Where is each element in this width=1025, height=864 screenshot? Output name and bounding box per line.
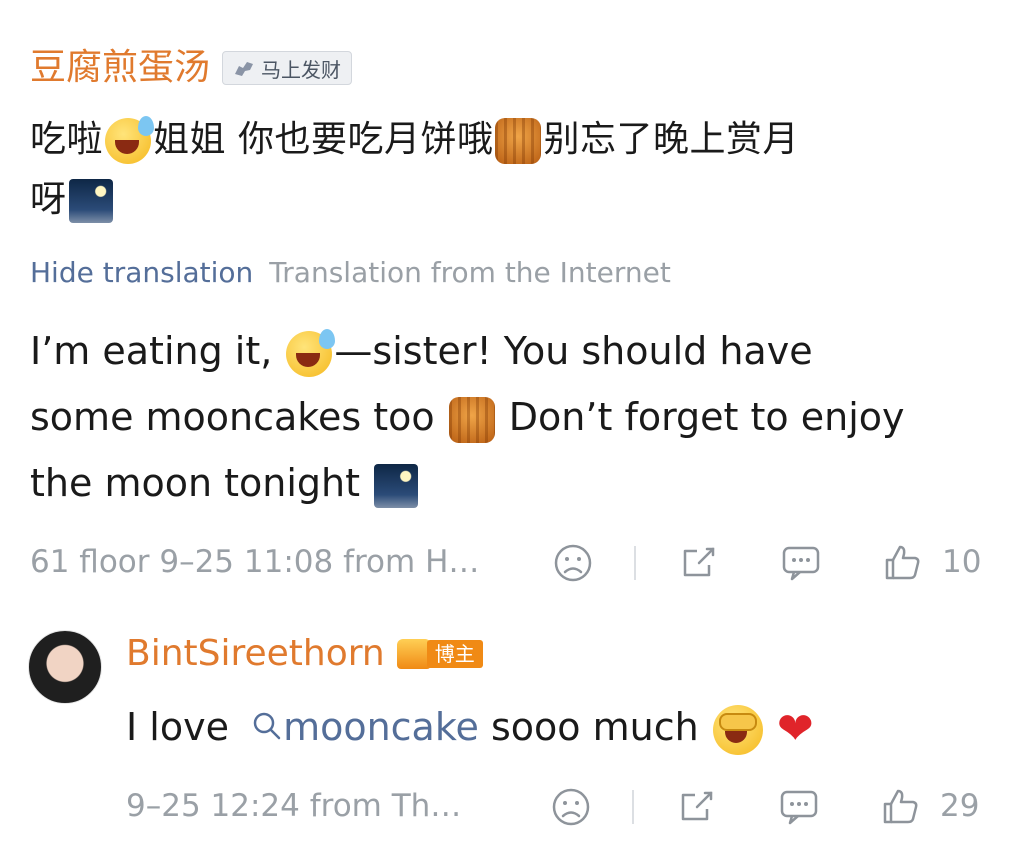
comment-1-text-part-1: 吃啦 (30, 119, 104, 160)
comment-2-meta: 9–25 12:24 from Th… (126, 788, 462, 824)
blogger-badge[interactable]: 博主 (396, 637, 483, 671)
translation-part-3: some mooncakes too (30, 395, 435, 439)
moon-viewing-emoji-icon (374, 463, 419, 508)
comment-1-meta: 61 floor 9–25 11:08 from H… (30, 544, 480, 580)
comment-1-badge-label: 马上发财 (261, 57, 342, 82)
search-icon (253, 712, 281, 740)
comment-1-username[interactable]: 豆腐煎蛋汤 (30, 46, 210, 90)
comment-2-text-prefix: I love (126, 705, 229, 749)
comment-1-body: 吃啦 姐姐 你也要吃月饼哦 别忘了晚上赏月 呀 (30, 110, 990, 230)
horse-icon (235, 62, 254, 76)
mooncake-emoji-icon (495, 118, 542, 164)
comment-1-reply-button[interactable] (778, 540, 824, 586)
translation-source-label: Translation from the Internet (269, 256, 671, 289)
hide-translation-link[interactable]: Hide translation (30, 256, 253, 289)
thumbs-up-icon (883, 789, 918, 824)
share-icon (683, 547, 715, 577)
comment-2-dislike-button[interactable] (548, 784, 594, 830)
comment-2-text-suffix: sooo much (490, 705, 699, 749)
comment-2-header: BintSireethorn 博主 (126, 632, 483, 676)
laugh-cry-emoji-icon (286, 328, 336, 377)
comment-2-like-count: 29 (940, 788, 980, 824)
topic-link-label: mooncake (283, 705, 479, 749)
comment-bubble-icon (780, 790, 818, 825)
topic-link[interactable]: mooncake (251, 705, 491, 749)
comment-2-body: I love mooncake sooo much ❤ (126, 694, 814, 760)
laugh-cry-emoji-icon (105, 116, 155, 164)
translation-part-1: I’m eating it, (30, 329, 273, 373)
crown-icon (396, 639, 431, 669)
comment-2-share-button[interactable] (674, 784, 720, 830)
sad-face-icon (552, 788, 590, 826)
action-divider (634, 546, 636, 580)
blogger-badge-label: 博主 (426, 640, 483, 668)
comment-1: 豆腐煎蛋汤 马上发财 吃啦 姐姐 你也要吃月饼哦 别忘了晚上赏月 呀 Hide tr… (0, 0, 1025, 600)
comment-2-reply-button[interactable] (776, 784, 822, 830)
mooncake-emoji-icon (448, 396, 495, 443)
translation-part-4: Don’t forget to enjoy (508, 395, 905, 439)
comment-2-like-button[interactable] (878, 784, 924, 830)
sad-face-icon (554, 544, 592, 582)
comment-1-text-part-2: 姐姐 你也要吃月饼哦 (153, 119, 494, 160)
action-divider (632, 790, 634, 824)
comment-1-translation: I’m eating it, —sister! You should have … (30, 318, 1000, 516)
facepalm-laugh-emoji-icon (712, 704, 763, 755)
user-avatar[interactable] (28, 630, 102, 704)
comment-1-like-button[interactable] (880, 540, 926, 586)
share-icon (681, 791, 713, 821)
comment-2-username[interactable]: BintSireethorn (126, 632, 385, 676)
translation-bar: Hide translation Translation from the In… (30, 256, 671, 289)
red-heart-icon: ❤ (776, 703, 814, 755)
comment-1-header: 豆腐煎蛋汤 马上发财 (30, 46, 353, 90)
comment-1-share-button[interactable] (676, 540, 722, 586)
comment-2: BintSireethorn 博主 I love mooncake sooo m… (0, 610, 1025, 864)
comment-1-badge[interactable]: 马上发财 (222, 51, 353, 85)
comment-1-dislike-button[interactable] (550, 540, 596, 586)
thumbs-up-icon (885, 545, 920, 580)
comment-1-text-part-3: 别忘了晚上赏月 (543, 119, 799, 160)
comment-1-like-count: 10 (942, 544, 982, 580)
moon-viewing-emoji-icon (68, 179, 113, 223)
translation-part-2: —sister! You should have (334, 329, 813, 373)
translation-part-5: the moon tonight (30, 461, 361, 505)
comment-1-text-part-4: 呀 (30, 179, 67, 220)
comment-bubble-icon (782, 546, 820, 581)
